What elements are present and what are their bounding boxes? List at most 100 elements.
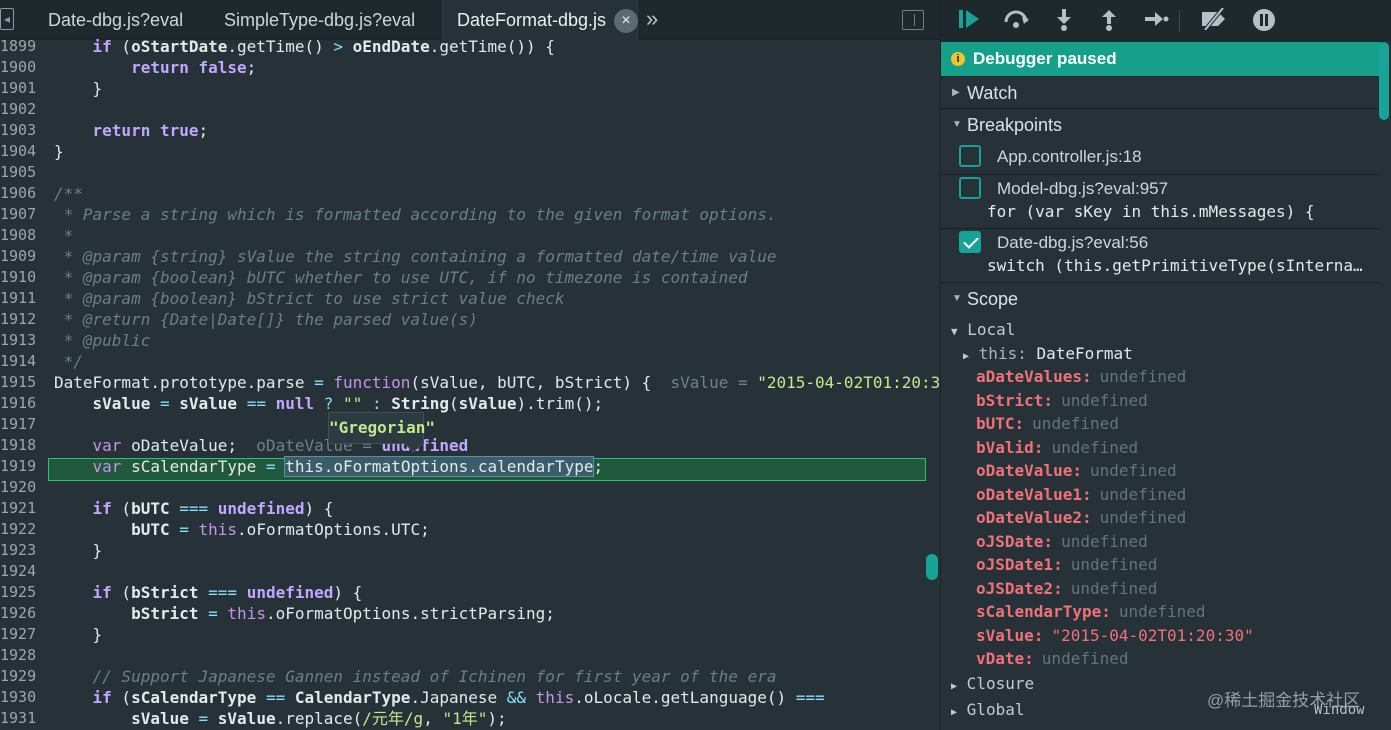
line-number[interactable]: 1918 — [0, 435, 44, 456]
line-number[interactable]: 1910 — [0, 267, 44, 288]
tab-overflow-icon[interactable]: » — [646, 0, 658, 40]
step-into-icon[interactable] — [1049, 8, 1079, 34]
scope-variable-row[interactable]: sValue: "2015-04-02T01:20:30" — [976, 624, 1254, 647]
line-number[interactable]: 1928 — [0, 645, 44, 666]
step-over-icon[interactable] — [1001, 8, 1031, 34]
scope-variable-row[interactable]: bStrict: undefined — [976, 389, 1148, 412]
breakpoints-section-header[interactable]: ▼ Breakpoints — [941, 108, 1381, 140]
scope-closure-row[interactable]: ▶ Closure — [951, 672, 1034, 695]
line-number[interactable]: 1923 — [0, 540, 44, 561]
code-line: 1915 DateFormat.prototype.parse = functio… — [0, 372, 940, 393]
line-number[interactable]: 1925 — [0, 582, 44, 603]
step-icon[interactable] — [1141, 8, 1171, 34]
scope-global-row[interactable]: ▶ Global — [951, 698, 1024, 721]
line-number[interactable]: 1914 — [0, 351, 44, 372]
resume-icon[interactable] — [955, 8, 985, 34]
breakpoint-item[interactable]: Model-dbg.js?eval:957 for (var sKey in t… — [941, 174, 1381, 226]
debugger-scrollbar-thumb[interactable] — [1379, 42, 1389, 120]
breakpoint-checkbox[interactable] — [959, 145, 981, 167]
line-number[interactable]: 1905 — [0, 162, 44, 183]
code-token: sValue — [217, 709, 276, 728]
scope-variable-row[interactable]: oDateValue: undefined — [976, 459, 1177, 482]
scope-section-header[interactable]: ▼ Scope — [941, 282, 1381, 314]
code-text: * — [54, 225, 74, 246]
line-number[interactable]: 1929 — [0, 666, 44, 687]
code-token: = — [314, 373, 324, 392]
code-token: undefined — [217, 499, 305, 518]
watch-section-header[interactable]: ▶ Watch — [941, 76, 1381, 108]
scope-variable-row[interactable]: bUTC: undefined — [976, 412, 1119, 435]
close-icon[interactable]: × — [614, 9, 639, 33]
line-number[interactable]: 1917 — [0, 414, 44, 435]
line-number[interactable]: 1901 — [0, 78, 44, 99]
code-token: > — [333, 37, 343, 56]
scope-variable-row[interactable]: sCalendarType: undefined — [976, 600, 1206, 623]
line-number[interactable]: 1904 — [0, 141, 44, 162]
code-token: this — [198, 520, 238, 539]
line-number[interactable]: 1915 — [0, 372, 44, 393]
scope-variable-row[interactable]: oJSDate1: undefined — [976, 553, 1157, 576]
line-number[interactable]: 1924 — [0, 561, 44, 582]
code-token: * Parse a string which is formatted acco… — [54, 205, 777, 224]
line-number[interactable]: 1909 — [0, 246, 44, 267]
navigator-toggle-icon[interactable]: ◂ — [0, 8, 14, 30]
pause-on-exceptions-icon[interactable] — [1249, 8, 1279, 34]
code-line: 1899 if (oStartDate.getTime() > oEndDate… — [0, 36, 940, 57]
line-number[interactable]: 1920 — [0, 477, 44, 498]
line-number[interactable]: 1913 — [0, 330, 44, 351]
tab-simpletype-dbg[interactable]: SimpleType-dbg.js?eval — [224, 0, 415, 40]
code-line: 1917 — [0, 414, 940, 435]
code-text: } — [54, 78, 103, 99]
line-number[interactable]: 1903 — [0, 120, 44, 141]
line-number[interactable]: 1902 — [0, 99, 44, 120]
line-number[interactable]: 1899 — [0, 36, 44, 57]
breakpoint-item[interactable]: Date-dbg.js?eval:56 switch (this.getPrim… — [941, 228, 1381, 280]
line-number[interactable]: 1927 — [0, 624, 44, 645]
scope-variable-row[interactable]: aDateValues: undefined — [976, 365, 1186, 388]
code-text: * @return {Date|Date[]} the parsed value… — [54, 309, 478, 330]
line-number[interactable]: 1912 — [0, 309, 44, 330]
line-number[interactable]: 1900 — [0, 57, 44, 78]
step-out-icon[interactable] — [1094, 8, 1124, 34]
variable-name: bStrict: — [976, 390, 1054, 410]
code-token: return — [131, 58, 189, 77]
line-number[interactable]: 1906 — [0, 183, 44, 204]
scope-variable-row[interactable]: oJSDate2: undefined — [976, 577, 1157, 600]
deactivate-breakpoints-icon[interactable] — [1199, 6, 1229, 34]
editor-scrollbar-thumb[interactable] — [926, 554, 938, 580]
scope-variable-row[interactable]: oDateValue2: undefined — [976, 506, 1186, 529]
code-editor[interactable]: ◂ Date-dbg.js?eval SimpleType-dbg.js?eva… — [0, 0, 940, 730]
line-number[interactable]: 1926 — [0, 603, 44, 624]
scope-variable-row[interactable]: bValid: undefined — [976, 436, 1138, 459]
breakpoint-item[interactable]: App.controller.js:18 — [941, 141, 1381, 173]
line-number[interactable]: 1919 — [0, 456, 44, 477]
line-number[interactable]: 1930 — [0, 687, 44, 708]
line-number[interactable]: 1921 — [0, 498, 44, 519]
code-token: = — [159, 394, 170, 413]
line-number[interactable]: 1907 — [0, 204, 44, 225]
scope-variable-row[interactable]: oJSDate: undefined — [976, 530, 1148, 553]
collapse-triangle-icon: ▼ — [952, 119, 962, 130]
variable-name: oJSDate2: — [976, 578, 1063, 598]
scope-this-row[interactable]: ▶ this: DateFormat — [963, 342, 1133, 365]
line-number[interactable]: 1916 — [0, 393, 44, 414]
tab-date-dbg[interactable]: Date-dbg.js?eval — [48, 0, 183, 40]
line-number[interactable]: 1908 — [0, 225, 44, 246]
scope-local-row[interactable]: ▼ Local — [951, 318, 1015, 341]
sidebar-toggle-icon[interactable] — [902, 10, 924, 30]
variable-name: aDateValues: — [976, 367, 1092, 386]
line-number[interactable]: 1911 — [0, 288, 44, 309]
breakpoint-checkbox-checked[interactable] — [959, 231, 981, 253]
breakpoint-checkbox[interactable] — [959, 177, 981, 199]
code-token: == — [265, 688, 286, 707]
code-line: 1907 * Parse a string which is formatted… — [0, 204, 940, 225]
scope-variable-row[interactable]: oDateValue1: undefined — [976, 483, 1186, 506]
scope-variable-row[interactable]: vDate: undefined — [976, 647, 1129, 670]
tab-dateformat-dbg[interactable]: DateFormat-dbg.js × — [442, 0, 639, 40]
line-number[interactable]: 1931 — [0, 708, 44, 729]
line-number[interactable]: 1922 — [0, 519, 44, 540]
